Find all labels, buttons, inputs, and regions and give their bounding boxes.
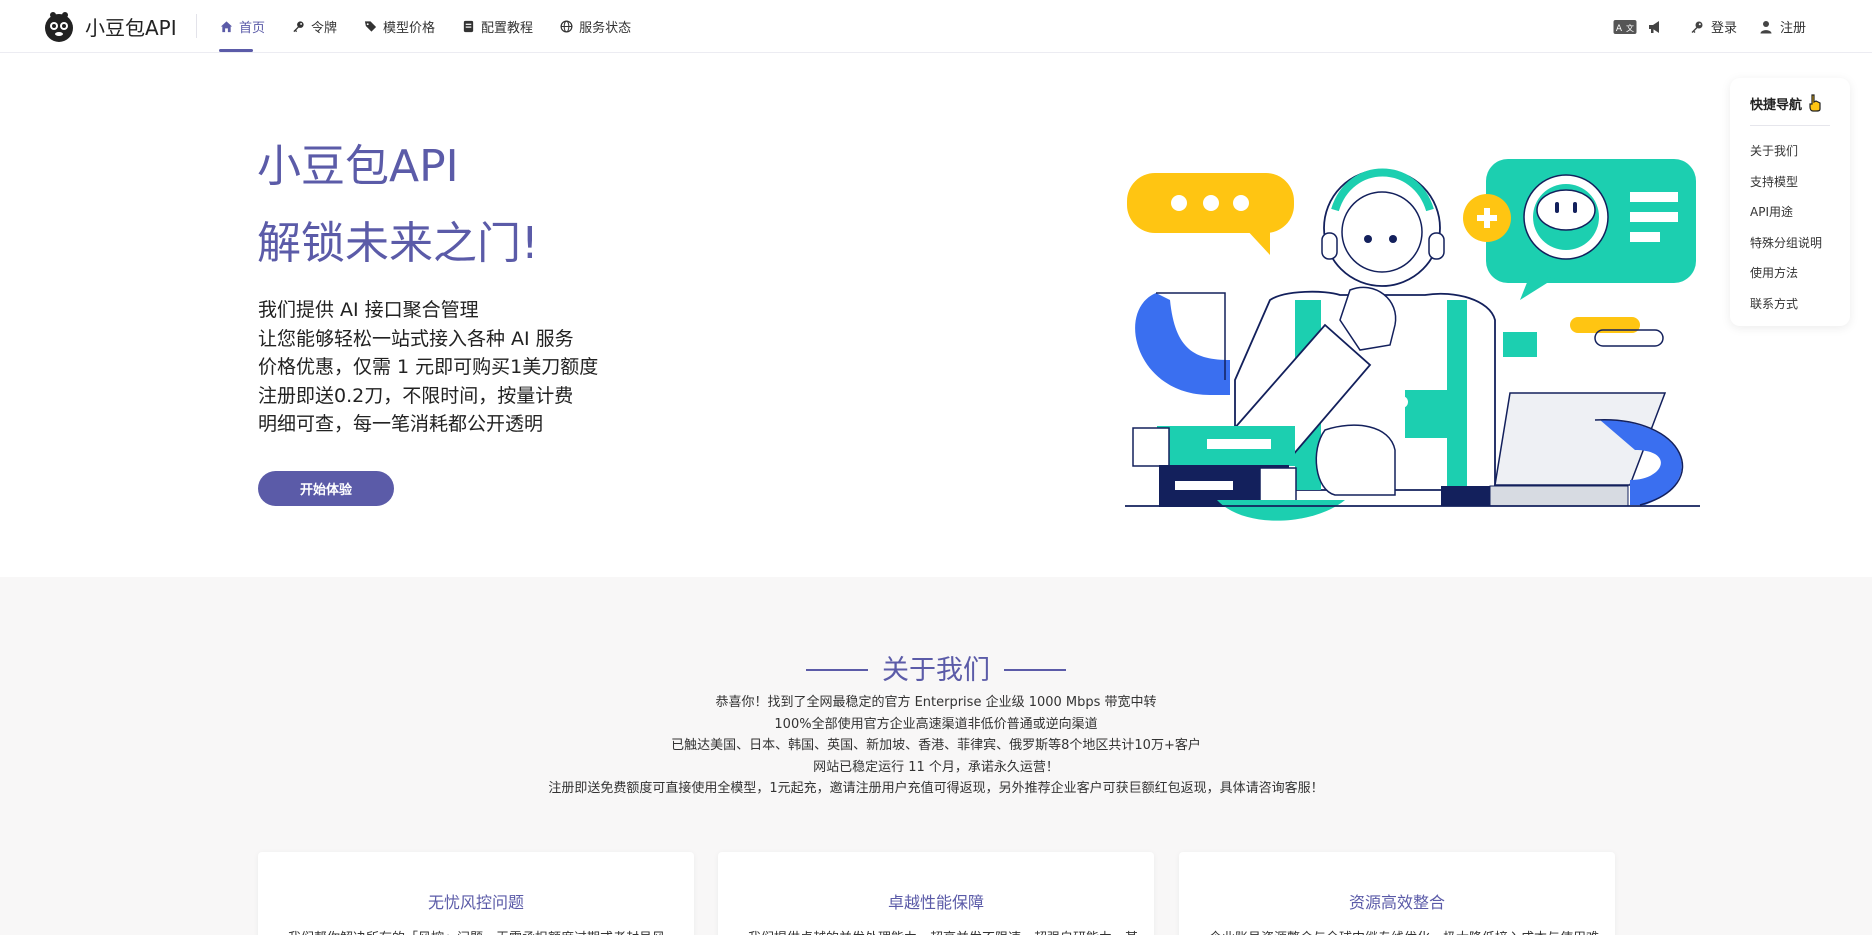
- nav-item-tokens[interactable]: 令牌: [292, 0, 337, 53]
- about-line: 恭喜你！找到了全网最稳定的官方 Enterprise 企业级 1000 Mbps…: [715, 695, 1157, 710]
- register-label: 注册: [1779, 21, 1806, 36]
- nav-item-config-guide[interactable]: 配置教程: [462, 0, 533, 53]
- hero-line: 注册即送0.2刀，不限时间，按量计费: [258, 384, 574, 407]
- nav-item-model-price[interactable]: 模型价格: [364, 0, 435, 53]
- nav-menu: 首页 令牌 模型价格 配置教程 服务状态: [218, 0, 658, 53]
- nav-right: A文 登录 注册: [1608, 0, 1806, 53]
- megaphone-icon: [1648, 20, 1659, 33]
- about-line: 网站已稳定运行 11 个月，承诺永久运营！: [813, 759, 1059, 775]
- logo-icon: [45, 12, 73, 42]
- nav-item-home[interactable]: 首页: [218, 0, 266, 53]
- start-button[interactable]: 开始体验: [258, 471, 394, 506]
- quick-nav-item-models[interactable]: 支持模型: [1750, 167, 1830, 198]
- home-icon: [220, 21, 233, 33]
- globe-icon: [560, 20, 573, 33]
- pointing-hand-icon: [1809, 94, 1821, 112]
- hero-description: 我们提供 AI 接口聚合管理 让您能够轻松一站式接入各种 AI 服务 价格优惠，…: [258, 296, 598, 439]
- quick-nav-item-special-groups[interactable]: 特殊分组说明: [1750, 228, 1830, 259]
- quick-nav-title: 快捷导航: [1750, 91, 1830, 115]
- hero-title: 小豆包API: [257, 141, 459, 192]
- about-description: 恭喜你！找到了全网最稳定的官方 Enterprise 企业级 1000 Mbps…: [0, 692, 1872, 800]
- nav-item-label: 令牌: [311, 21, 338, 36]
- hero-line: 价格优惠，仅需 1 元即可购买1美刀额度: [258, 356, 599, 378]
- feature-card-title: 资源高效整合: [1348, 893, 1445, 912]
- feature-card-resources: 资源高效整合 企业账号资源整合与全球中继专线优化，极大降低接入成本与使用难: [1179, 852, 1615, 935]
- svg-text:文: 文: [1626, 23, 1634, 33]
- nav-item-label: 模型价格: [383, 21, 436, 36]
- key-icon: [1691, 21, 1703, 33]
- announcement-button[interactable]: [1642, 14, 1668, 40]
- feature-card-text: 我们提供卓越的并发处理能力，超高并发不限速，超强自研能力，甚: [718, 927, 1154, 935]
- translate-icon: A文: [1613, 19, 1637, 34]
- nav-divider: [196, 14, 197, 38]
- register-button[interactable]: 注册: [1759, 17, 1806, 36]
- user-icon: [1760, 20, 1772, 33]
- feature-card-risk-control: 无忧风控问题 我们帮你解决所有的「风控」问题，无需承担额度过期或者封号风: [258, 852, 694, 935]
- nav-item-label: 配置教程: [481, 21, 534, 36]
- nav-item-label: 首页: [239, 21, 266, 36]
- quick-nav-title-text: 快捷导航: [1750, 97, 1803, 113]
- svg-text:A: A: [1616, 24, 1623, 34]
- hero-line: 我们提供 AI 接口聚合管理: [258, 299, 479, 321]
- feature-card-title: 无忧风控问题: [427, 893, 524, 912]
- quick-nav-item-about[interactable]: 关于我们: [1750, 136, 1830, 167]
- heading-line-left: [806, 668, 868, 671]
- price-tag-icon: [364, 21, 377, 32]
- feature-card-text: 我们帮你解决所有的「风控」问题，无需承担额度过期或者封号风: [258, 927, 694, 935]
- about-line: 已触达美国、日本、韩国、英国、新加坡、香港、菲律宾、俄罗斯等8个地区共计10万+…: [671, 738, 1201, 754]
- hero-subtitle: 解锁未来之门!: [257, 218, 539, 269]
- feature-card-performance: 卓越性能保障 我们提供卓越的并发处理能力，超高并发不限速，超强自研能力，甚: [718, 852, 1154, 935]
- quick-nav-divider: [1750, 125, 1830, 126]
- key-icon: [293, 21, 304, 33]
- login-button[interactable]: 登录: [1690, 17, 1737, 36]
- hero-line: 明细可查，每一笔消耗都公开透明: [258, 413, 544, 435]
- hero-line: 让您能够轻松一站式接入各种 AI 服务: [258, 327, 574, 350]
- translate-button[interactable]: A文: [1612, 14, 1638, 40]
- book-icon: [463, 20, 474, 33]
- quick-nav-item-contact[interactable]: 联系方式: [1750, 289, 1830, 320]
- login-label: 登录: [1710, 21, 1737, 36]
- brand[interactable]: 小豆包API: [43, 9, 177, 43]
- quick-nav-item-api-usage[interactable]: API用途: [1750, 197, 1830, 228]
- about-line: 100%全部使用官方企业高速渠道非低价普通或逆向渠道: [774, 716, 1098, 732]
- nav-item-service-status[interactable]: 服务状态: [560, 0, 631, 53]
- about-heading-text: 关于我们: [882, 655, 990, 686]
- heading-line-right: [1004, 668, 1066, 671]
- feature-card-title: 卓越性能保障: [887, 893, 984, 912]
- nav-item-label: 服务状态: [579, 21, 632, 36]
- brand-name: 小豆包API: [85, 15, 177, 40]
- about-heading: 关于我们: [0, 648, 1872, 687]
- top-nav: 小豆包API 首页 令牌 模型价格 配置教程 服务状态 A文 登录 注册: [0, 0, 1872, 53]
- hero-illustration: [1125, 159, 1700, 521]
- feature-card-text: 企业账号资源整合与全球中继专线优化，极大降低接入成本与使用难: [1179, 927, 1615, 935]
- quick-nav-item-how-to-use[interactable]: 使用方法: [1750, 258, 1830, 289]
- about-line: 注册即送免费额度可直接使用全模型，1元起充，邀请注册用户充值可得返现，另外推荐企…: [548, 781, 1324, 797]
- quick-nav-panel: 快捷导航 关于我们 支持模型 API用途 特殊分组说明 使用方法 联系方式: [1730, 78, 1850, 326]
